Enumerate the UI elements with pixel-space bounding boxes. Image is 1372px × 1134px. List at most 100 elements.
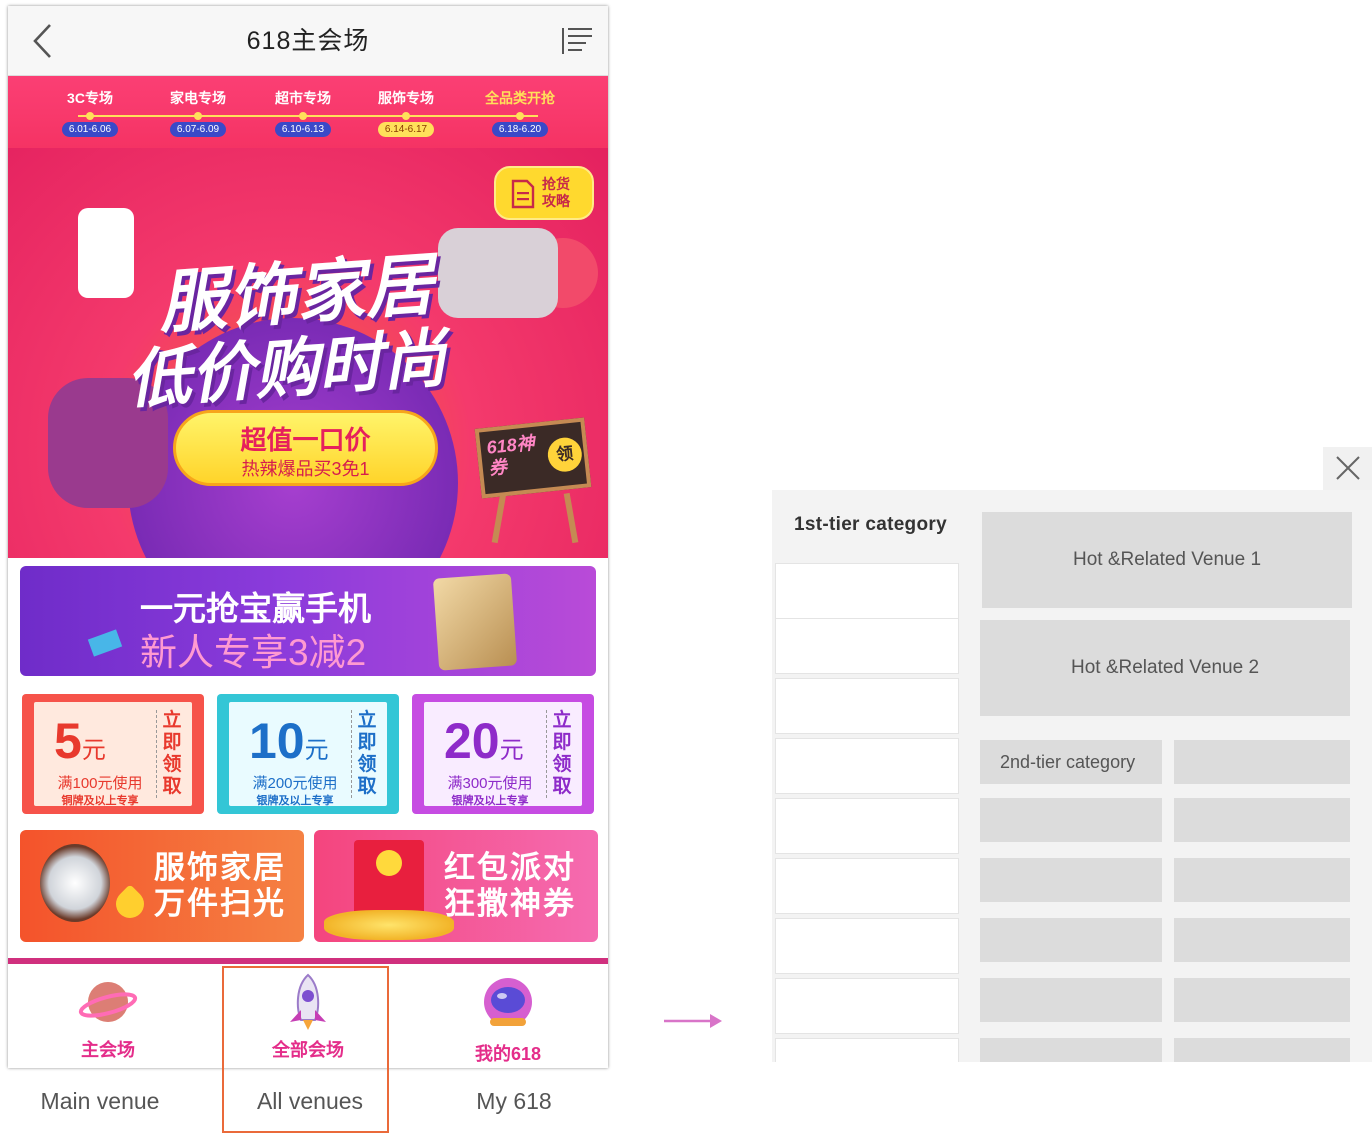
back-arrow-icon[interactable] (30, 22, 56, 60)
coupon-condition: 满200元使用 (252, 775, 338, 792)
subcategory-item[interactable] (980, 978, 1162, 1022)
board-leg (491, 492, 507, 544)
right-arrow-icon (664, 1014, 722, 1028)
timeline-dot (86, 112, 94, 120)
coupon-amount-value: 10 (249, 713, 305, 769)
coupon-unit: 元 (499, 737, 524, 764)
coupon-amount: 20元 (444, 716, 524, 776)
tab-all-venues[interactable]: 全部会场 (208, 964, 408, 1068)
coupon-unit: 元 (81, 737, 106, 764)
subcategory-label: 2nd-tier category (1000, 752, 1136, 772)
tab-main-venue[interactable]: 主会场 (8, 964, 208, 1068)
timeline-item-date: 6.10-6.13 (275, 122, 331, 137)
coupon-chalkboard[interactable]: 618神券 领 (474, 417, 592, 499)
smartphone-image (432, 573, 518, 671)
coupon-card[interactable]: 20元 满300元使用 银牌及以上专享 立即领取 (412, 694, 594, 814)
timeline-dot (299, 112, 307, 120)
caption-all-venues: All venues (256, 1088, 364, 1114)
timeline-dot (194, 112, 202, 120)
coupon-note: 银牌及以上专享 (451, 795, 529, 807)
category-item[interactable] (775, 798, 959, 854)
subcategory-item[interactable] (980, 1038, 1162, 1062)
category-item[interactable] (775, 738, 959, 794)
hero-banner[interactable]: 服饰家居 低价购时尚 超值一口价 热辣爆品买3免1 抢货攻略 618神券 领 (8, 148, 608, 558)
menu-list-icon[interactable] (561, 26, 593, 56)
subcategory-item[interactable] (1174, 740, 1350, 784)
subcategory-item[interactable]: 2nd-tier category (980, 740, 1162, 784)
subcategory-item[interactable] (1174, 918, 1350, 962)
coupon-body: 20元 满300元使用 银牌及以上专享 立即领取 (424, 702, 582, 807)
watch-image (40, 844, 110, 922)
feature-line-2: 狂撒神券 (444, 886, 576, 921)
shopping-guide-button[interactable]: 抢货攻略 (494, 166, 594, 220)
hero-price-badge[interactable]: 超值一口价 热辣爆品买3免1 (173, 410, 438, 486)
timeline-item-name: 超市专场 (275, 90, 331, 106)
subcategory-item[interactable] (980, 798, 1162, 842)
feature-line-2: 万件扫光 (154, 886, 286, 921)
coupon-condition: 满100元使用 (57, 775, 143, 792)
coupon-claim: 立即领取 (162, 710, 182, 797)
category-item[interactable] (775, 618, 959, 674)
tab-my-618[interactable]: 我的618 (408, 964, 608, 1068)
timeline-item-name: 全品类开抢 (485, 90, 555, 106)
bottom-tab-bar: 主会场 全部会场 我的618 (8, 964, 608, 1068)
board-seal: 领 (546, 435, 584, 474)
coupon-body: 5元 满100元使用 铜牌及以上专享 立即领取 (34, 702, 192, 807)
page-title: 618主会场 (246, 27, 370, 55)
timeline-dot (516, 112, 524, 120)
subcategory-item[interactable] (1174, 1038, 1350, 1062)
category-item[interactable] (775, 858, 959, 914)
subcategory-item[interactable] (980, 858, 1162, 902)
hot-venue-card[interactable]: Hot &Related Venue 1 (982, 512, 1352, 608)
timeline-item-date: 6.14-6.17 (378, 122, 434, 137)
timeline-item-appliances[interactable]: 家电专场 6.07-6.09 (146, 76, 250, 148)
feature-line-1: 服饰家居 (154, 850, 286, 885)
feature-banner-redpacket[interactable]: 红包派对 狂撒神券 (314, 830, 598, 942)
tab-label: 我的618 (474, 1044, 542, 1064)
category-item[interactable] (775, 918, 959, 974)
hot-venue-card[interactable]: Hot &Related Venue 2 (980, 620, 1350, 716)
armchair-image (438, 228, 558, 318)
coupon-condition: 满300元使用 (447, 775, 533, 792)
heart-pendant-image (110, 884, 150, 924)
category-item[interactable] (775, 678, 959, 734)
ticket-image (87, 629, 123, 657)
subcategory-item[interactable] (1174, 978, 1350, 1022)
category-item[interactable] (775, 1038, 959, 1062)
venue-label: Hot &Related Venue 2 (1070, 657, 1260, 678)
coupon-amount: 5元 (54, 716, 106, 776)
coupon-card[interactable]: 5元 满100元使用 铜牌及以上专享 立即领取 (22, 694, 204, 814)
coupon-divider (546, 710, 547, 798)
badge-subtitle: 热辣爆品买3免1 (241, 459, 370, 479)
one-yuan-promo-banner[interactable]: 一元抢宝赢手机 新人专享3减2 (20, 566, 596, 676)
subcategory-item[interactable] (980, 918, 1162, 962)
feature-line-1: 红包派对 (444, 850, 576, 885)
timeline-item-name: 家电专场 (170, 90, 226, 106)
category-item[interactable] (775, 563, 959, 619)
coupon-amount-value: 5 (54, 713, 82, 769)
timeline-item-supermarket[interactable]: 超市专场 6.10-6.13 (251, 76, 355, 148)
timeline-item-3c[interactable]: 3C专场 6.01-6.06 (38, 76, 142, 148)
timeline-item-name: 3C专场 (67, 90, 113, 106)
feature-banner-apparel[interactable]: 服饰家居 万件扫光 (20, 830, 304, 942)
coupon-divider (156, 710, 157, 798)
tab-label: 全部会场 (272, 1040, 344, 1060)
subcategory-item[interactable] (1174, 798, 1350, 842)
subcategory-item[interactable] (1174, 858, 1350, 902)
close-icon[interactable] (1323, 447, 1372, 491)
category-item[interactable] (775, 978, 959, 1034)
timeline-item-all[interactable]: 全品类开抢 6.18-6.20 (468, 76, 572, 148)
timeline-item-name: 服饰专场 (378, 90, 434, 106)
coupon-claim: 立即领取 (552, 710, 572, 797)
coupon-amount-value: 20 (444, 713, 500, 769)
timeline-item-apparel[interactable]: 服饰专场 6.14-6.17 (354, 76, 458, 148)
nav-bar: 618主会场 (8, 6, 608, 76)
coupon-divider (351, 710, 352, 798)
astronaut-helmet-icon (484, 978, 532, 1026)
coupon-card[interactable]: 10元 满200元使用 银牌及以上专享 立即领取 (217, 694, 399, 814)
coupon-note: 铜牌及以上专享 (61, 795, 139, 807)
board-text: 618神券 (485, 432, 536, 479)
category-heading: 1st-tier category (794, 514, 947, 535)
all-venues-panel: 1st-tier category Hot &Related Venue 1 H… (772, 490, 1372, 1062)
shirt-image (78, 208, 134, 298)
